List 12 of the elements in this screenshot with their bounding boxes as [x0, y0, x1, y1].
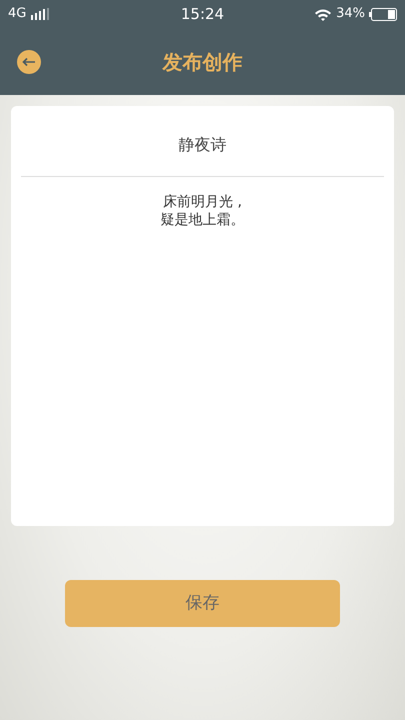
- wifi-icon: [314, 8, 332, 20]
- poem-line: 床前明月光 ,: [163, 193, 242, 211]
- battery-icon: [368, 8, 397, 20]
- page-title: 发布创作: [162, 48, 242, 76]
- back-arrow-icon: [22, 56, 36, 66]
- signal-icon: [30, 8, 50, 20]
- back-button[interactable]: [17, 50, 41, 74]
- network-label: 4G: [8, 5, 26, 24]
- poem-line: 疑是地上霜。: [160, 211, 244, 229]
- battery-label: 34%: [336, 5, 365, 24]
- clock: 15:24: [180, 4, 224, 25]
- poem-title[interactable]: 静夜诗: [178, 135, 226, 154]
